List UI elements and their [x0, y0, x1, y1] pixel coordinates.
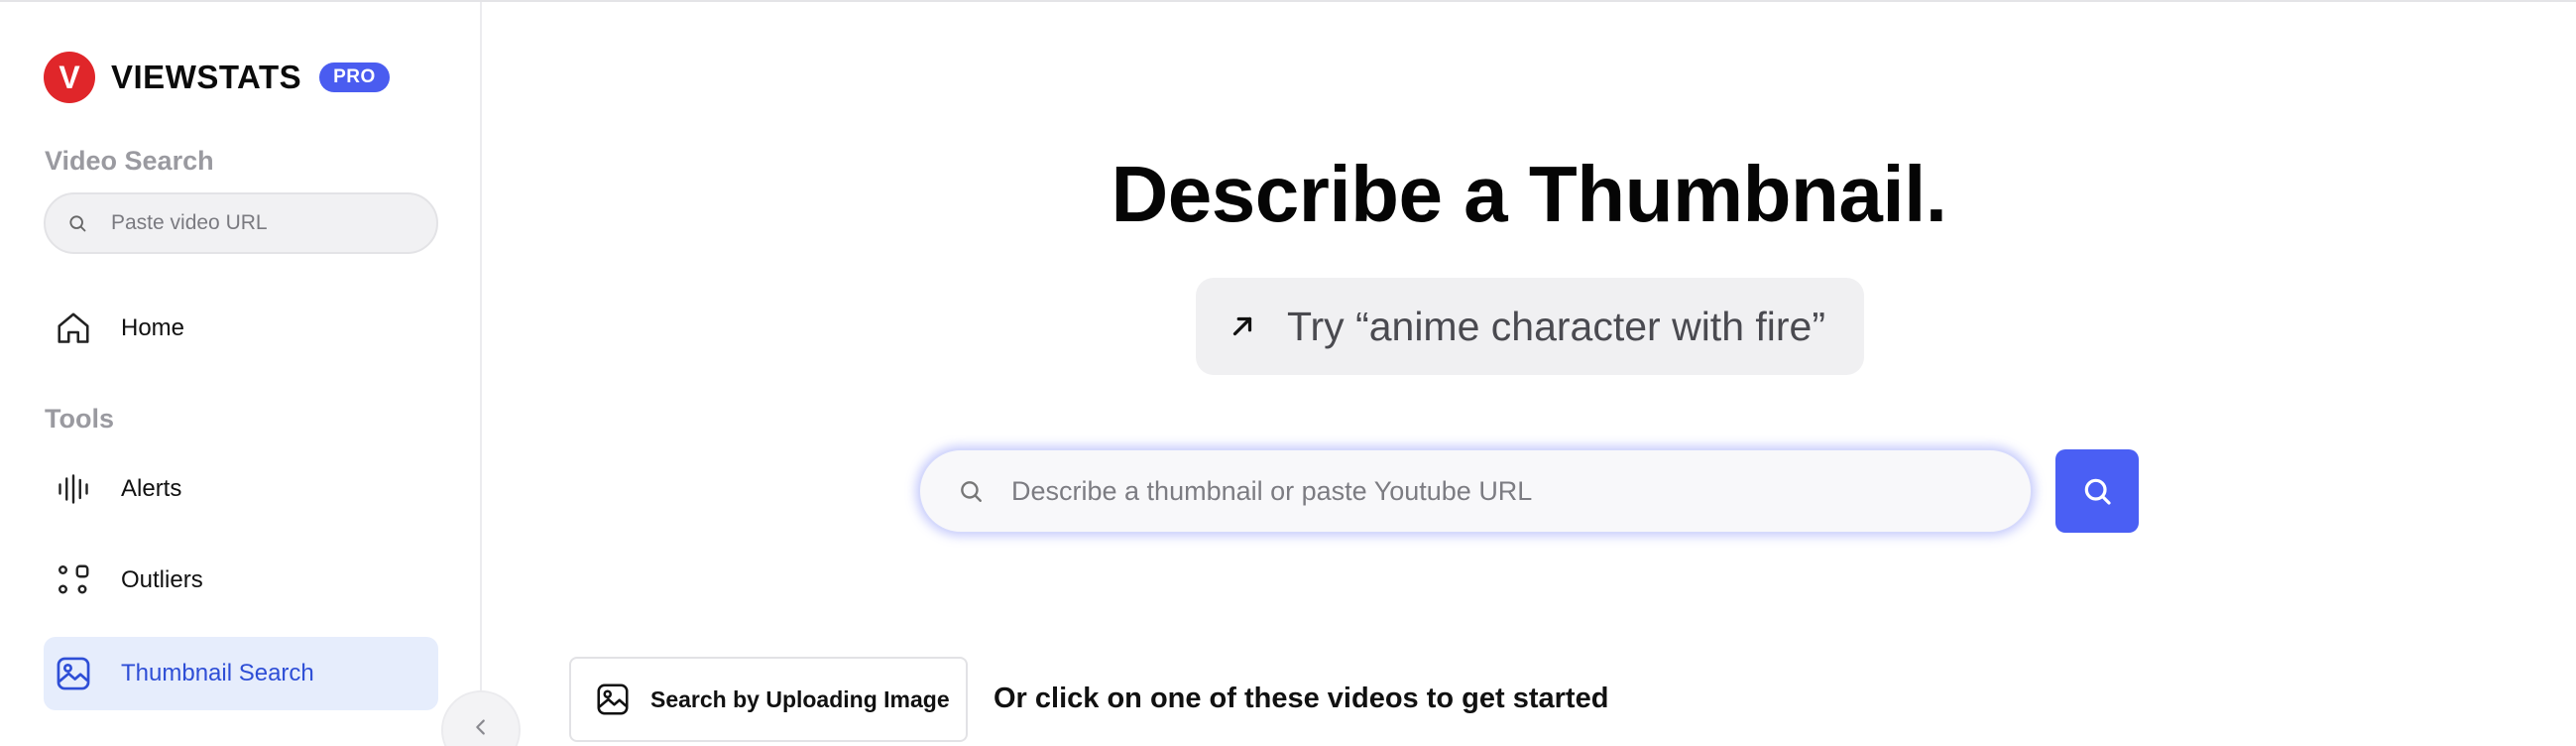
arrow-up-right-icon — [1232, 316, 1252, 336]
image-icon — [597, 684, 629, 715]
brand-logo: V — [44, 52, 95, 103]
brand-name: VIEWSTATS — [111, 59, 302, 95]
sidebar-item-alerts[interactable]: Alerts — [44, 452, 438, 526]
alerts-bars-icon — [54, 469, 93, 509]
search-icon — [2084, 478, 2111, 505]
home-icon — [54, 309, 93, 348]
image-icon — [54, 654, 93, 693]
main-content: Describe a Thumbnail. Try “anime charact… — [482, 2, 2576, 746]
sidebar-item-label: Outliers — [121, 566, 203, 593]
tools-title: Tools — [45, 404, 114, 434]
search-submit-button[interactable] — [2055, 449, 2139, 533]
page-title: Describe a Thumbnail. — [1111, 150, 1947, 238]
brand[interactable]: V VIEWSTATS PRO — [44, 52, 390, 103]
sidebar-item-label: Thumbnail Search — [121, 660, 314, 686]
sidebar-item-thumbnail-search[interactable]: Thumbnail Search — [44, 637, 438, 710]
video-search-title: Video Search — [45, 146, 214, 176]
thumbnail-search-input[interactable] — [1011, 475, 1983, 507]
video-search-field[interactable] — [44, 192, 438, 254]
get-started-text: Or click on one of these videos to get s… — [994, 683, 1609, 714]
sidebar-item-home[interactable]: Home — [44, 292, 438, 365]
pro-badge: PRO — [319, 62, 390, 92]
search-icon — [961, 481, 982, 502]
suggestion-text: Try “anime character with fire” — [1287, 303, 1825, 349]
video-search-input[interactable] — [111, 211, 409, 235]
suggestion-pill[interactable]: Try “anime character with fire” — [1196, 278, 1864, 375]
sidebar-item-outliers[interactable]: Outliers — [44, 544, 438, 617]
app-window: V VIEWSTATS PRO Video Search Home Tools — [0, 0, 2576, 746]
upload-image-button[interactable]: Search by Uploading Image — [569, 657, 968, 742]
sidebar: V VIEWSTATS PRO Video Search Home Tools — [0, 2, 482, 746]
sidebar-item-label: Home — [121, 314, 185, 341]
thumbnail-search-field[interactable] — [918, 448, 2033, 534]
search-icon — [69, 215, 86, 232]
outliers-icon — [54, 560, 93, 600]
sidebar-item-label: Alerts — [121, 475, 182, 502]
upload-image-label: Search by Uploading Image — [650, 685, 950, 712]
